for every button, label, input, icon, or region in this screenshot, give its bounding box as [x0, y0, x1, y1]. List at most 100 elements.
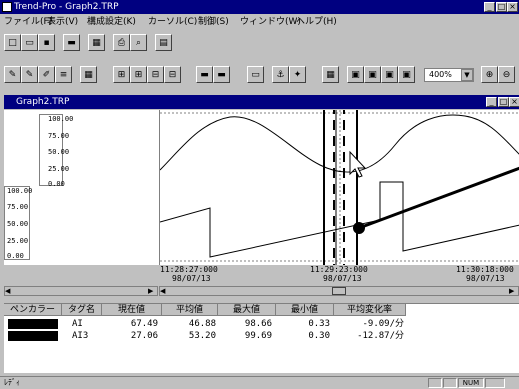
status-indicator: [443, 378, 457, 388]
graph-close-button[interactable]: ×: [509, 97, 519, 107]
column-header: 最小値: [276, 304, 334, 316]
status-indicator: [485, 378, 505, 388]
scale-1-tick: 25.00: [48, 165, 70, 173]
pen-data-table: ペンカラー タグ名 現在値 平均値 最大値 最小値 平均変化率 AI 67.49…: [4, 303, 519, 373]
draw-button[interactable]: ✐: [38, 66, 55, 83]
monitor-button[interactable]: ▭: [247, 66, 264, 83]
calc-button[interactable]: ▦: [322, 66, 339, 83]
grid-button-5[interactable]: ⊟: [164, 66, 181, 83]
table-cell-current: 67.49: [130, 319, 158, 329]
zoom-in-button[interactable]: ⊕: [481, 66, 498, 83]
date-label-start: 98/07/13: [172, 274, 211, 283]
column-header: 現在値: [102, 304, 162, 316]
num-lock-indicator: NUM: [458, 378, 484, 388]
status-indicator: [428, 378, 442, 388]
pen-color-swatch: [8, 319, 58, 329]
pen-button[interactable]: ✎: [4, 66, 21, 83]
edit-button[interactable]: ✎: [21, 66, 38, 83]
layer-button[interactable]: ≡: [55, 66, 72, 83]
anchor-button[interactable]: ⚓: [272, 66, 289, 83]
trend-svg: [160, 110, 519, 265]
menu-help[interactable]: ヘルプ(H): [296, 14, 337, 30]
app-icon: [2, 2, 12, 12]
time-label-start: 11:28:27:000: [160, 265, 218, 274]
window-button-1[interactable]: ▣: [347, 66, 364, 83]
scroll-right-icon[interactable]: ▶: [509, 287, 518, 295]
minimize-button[interactable]: _: [484, 2, 495, 12]
graph-minimize-button[interactable]: _: [486, 97, 497, 107]
scale-scrollbar[interactable]: ◀ ▶: [4, 286, 158, 296]
graph-maximize-button[interactable]: □: [498, 97, 509, 107]
save-button[interactable]: ▪: [38, 34, 55, 51]
scale-2-tick: 25.00: [7, 237, 29, 245]
chevron-down-icon[interactable]: ▼: [461, 69, 473, 81]
column-header: 平均値: [162, 304, 218, 316]
grid-button-4[interactable]: ⊟: [147, 66, 164, 83]
open-button[interactable]: ▭: [21, 34, 38, 51]
print-preview-button[interactable]: ⌕: [130, 34, 147, 51]
scroll-left-icon[interactable]: ◀: [5, 287, 14, 295]
menu-view[interactable]: 表示(V): [47, 14, 78, 30]
date-label-mid: 98/07/13: [323, 274, 362, 283]
graph-window-titlebar: Graph2.TRP _ □ ×: [4, 95, 519, 109]
table-cell-max: 99.69: [244, 331, 272, 341]
menu-file[interactable]: ファイル(F): [4, 14, 52, 30]
calculator-button[interactable]: ▦: [88, 34, 105, 51]
table-cell-min: 0.33: [308, 319, 330, 329]
maximize-button[interactable]: □: [496, 2, 507, 12]
zoom-value: 400%: [429, 70, 452, 79]
scroll-left-button[interactable]: ▬: [196, 66, 213, 83]
time-label-end: 11:30:18:000: [456, 265, 514, 274]
scroll-left-icon[interactable]: ◀: [160, 287, 169, 295]
scroll-right-icon[interactable]: ▶: [148, 287, 157, 295]
window-button-2[interactable]: ▣: [364, 66, 381, 83]
trend-plot[interactable]: 11:28:27:000 98/07/13 11:29:23:000 98/07…: [159, 110, 519, 283]
tool-button[interactable]: ✦: [289, 66, 306, 83]
window-button-3[interactable]: ▣: [381, 66, 398, 83]
scale-2-tick: 50.00: [7, 220, 29, 228]
window-title: Trend-Pro - Graph2.TRP: [14, 2, 119, 12]
close-button[interactable]: ×: [507, 2, 518, 12]
grid-button-1[interactable]: ▦: [80, 66, 97, 83]
print-button[interactable]: ⎙: [113, 34, 130, 51]
table-cell-rate: -9.09/分: [362, 319, 404, 329]
table-cell-rate: -12.87/分: [357, 331, 404, 341]
callout-dot: [353, 222, 365, 234]
menu-window[interactable]: ウィンドウ(W): [240, 14, 301, 30]
column-header: タグ名: [62, 304, 102, 316]
scale-2-tick: 100.00: [7, 187, 33, 195]
table-cell-avg: 53.20: [188, 331, 216, 341]
title-bar: Trend-Pro - Graph2.TRP _ □ ×: [0, 0, 519, 14]
table-cell-tag: AI: [72, 319, 83, 329]
status-text: ﾚﾃﾞｨ: [4, 378, 20, 387]
new-button[interactable]: □: [4, 34, 21, 51]
menu-config[interactable]: 構成設定(K): [87, 14, 136, 30]
scale-1-tick: 0.00: [48, 180, 65, 188]
column-header: 平均変化率: [334, 304, 406, 316]
menu-bar: ファイル(F) 表示(V) 構成設定(K) カーソル(C) 制御(S) ウィンド…: [0, 14, 519, 30]
callout-line: [358, 166, 519, 230]
settings-button[interactable]: ▤: [155, 34, 172, 51]
status-bar: ﾚﾃﾞｨ NUM: [0, 376, 519, 388]
scale-1-tick: 100.00: [48, 115, 74, 123]
window-button-4[interactable]: ▣: [398, 66, 415, 83]
table-cell-min: 0.30: [308, 331, 330, 341]
export-button[interactable]: ▬: [63, 34, 80, 51]
scroll-thumb[interactable]: [332, 287, 346, 295]
grid-button-3[interactable]: ⊞: [130, 66, 147, 83]
date-label-end: 98/07/13: [466, 274, 505, 283]
zoom-select[interactable]: 400% ▼: [424, 68, 474, 82]
column-header: 最大値: [218, 304, 276, 316]
table-cell-avg: 46.88: [188, 319, 216, 329]
table-cell-max: 98.66: [244, 319, 272, 329]
zoom-out-button[interactable]: ⊖: [498, 66, 515, 83]
column-header: ペンカラー: [4, 304, 62, 316]
time-label-mid: 11:29:23:000: [310, 265, 368, 274]
menu-cursor[interactable]: カーソル(C): [148, 14, 197, 30]
scale-2-tick: 75.00: [7, 203, 29, 211]
menu-control[interactable]: 制御(S): [198, 14, 229, 30]
scroll-right-button[interactable]: ▬: [213, 66, 230, 83]
graph-window-title: Graph2.TRP: [16, 97, 70, 107]
grid-button-2[interactable]: ⊞: [113, 66, 130, 83]
plot-scrollbar[interactable]: ◀ ▶: [159, 286, 519, 296]
